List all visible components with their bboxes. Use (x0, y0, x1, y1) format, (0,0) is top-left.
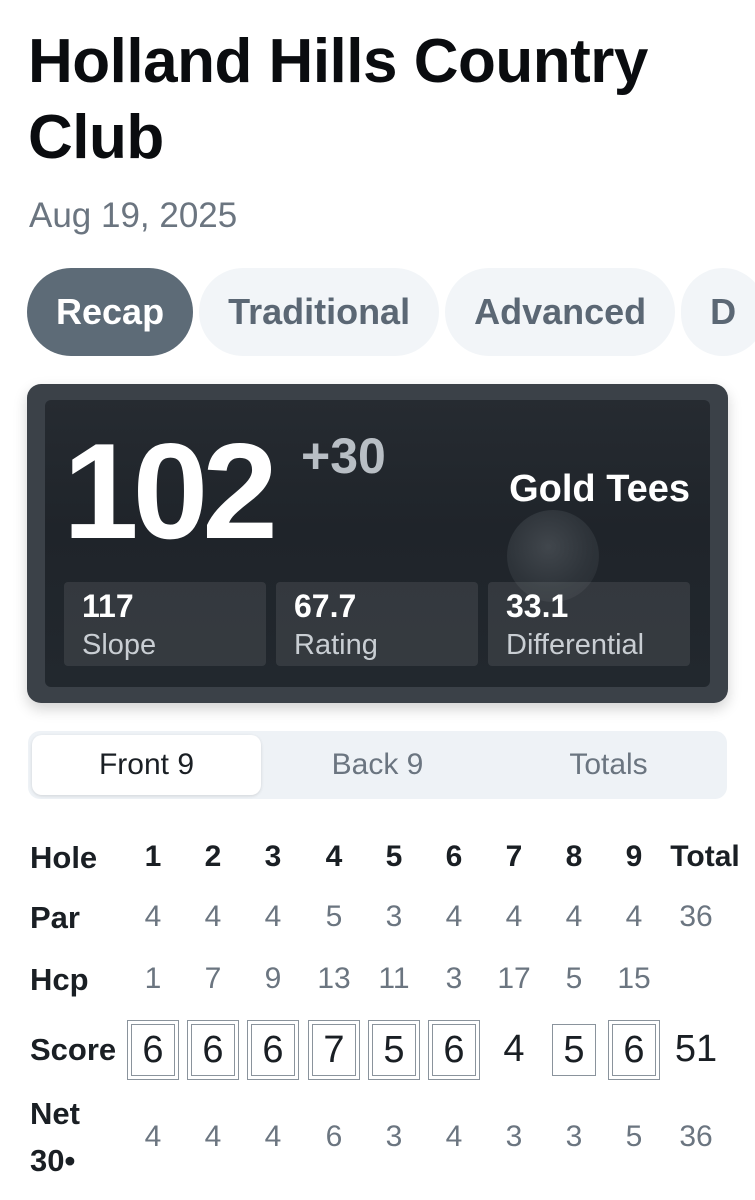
net-cell: 4 (144, 1120, 162, 1153)
par-cell: 4 (264, 900, 282, 933)
score-cell[interactable]: 6 (127, 1020, 179, 1080)
hcp-label: Hcp (30, 962, 89, 997)
net-cell: 6 (325, 1120, 343, 1153)
hole-number: 4 (325, 840, 343, 873)
segment-totals[interactable]: Totals (494, 735, 723, 795)
rating-label: Rating (294, 629, 378, 661)
slope-stat: 117 Slope (64, 582, 266, 666)
score-cell[interactable]: 5 (552, 1024, 596, 1076)
hole-number: 5 (385, 840, 403, 873)
score-total: 51 (674, 1028, 718, 1070)
hole-number: 1 (144, 840, 162, 873)
hcp-cell: 3 (445, 962, 463, 995)
net-cell: 4 (264, 1120, 282, 1153)
net-cell: 3 (505, 1120, 523, 1153)
par-cell: 4 (505, 900, 523, 933)
score-cell[interactable]: 4 (492, 1024, 536, 1076)
hole-number: 2 (204, 840, 222, 873)
hcp-cell: 7 (204, 962, 222, 995)
hcp-cell: 5 (565, 962, 583, 995)
score-cell[interactable]: 5 (368, 1020, 420, 1080)
rating-stat: 67.7 Rating (276, 582, 478, 666)
total-score: 102 (63, 415, 278, 567)
hole-number: 6 (445, 840, 463, 873)
hcp-cell: 9 (264, 962, 282, 995)
total-header: Total (670, 840, 740, 873)
net-sub-label: 30• (30, 1143, 76, 1178)
par-cell: 5 (325, 900, 343, 933)
par-cell: 4 (565, 900, 583, 933)
hcp-cell: 15 (617, 962, 651, 995)
net-cell: 4 (445, 1120, 463, 1153)
par-label: Par (30, 900, 80, 935)
rating-value: 67.7 (294, 588, 357, 624)
hcp-cell: 13 (317, 962, 351, 995)
score-cell[interactable]: 6 (247, 1020, 299, 1080)
slope-label: Slope (82, 629, 157, 661)
hole-number: 8 (565, 840, 583, 873)
page-title: Holland Hills Country Club (28, 27, 648, 172)
differential-value: 33.1 (506, 588, 569, 624)
slope-value: 117 (82, 588, 134, 624)
hcp-cell: 17 (497, 962, 531, 995)
par-cell: 3 (385, 900, 403, 933)
net-label: Net (30, 1096, 80, 1131)
tab-advanced[interactable]: Advanced (445, 268, 676, 356)
tab-recap[interactable]: Recap (27, 268, 194, 356)
net-cell: 3 (385, 1120, 403, 1153)
hole-label: Hole (30, 840, 98, 875)
view-tabs: Recap Traditional Advanced D (27, 268, 755, 356)
segment-front-9[interactable]: Front 9 (32, 735, 261, 795)
net-cell: 4 (204, 1120, 222, 1153)
score-cell[interactable]: 7 (308, 1020, 360, 1080)
net-cell: 3 (565, 1120, 583, 1153)
over-par: +30 (301, 428, 386, 484)
hcp-cell: 1 (144, 962, 162, 995)
score-cell[interactable]: 6 (187, 1020, 239, 1080)
differential-label: Differential (506, 629, 645, 661)
nine-selector: Front 9 Back 9 Totals (28, 731, 727, 799)
par-total: 36 (679, 900, 713, 933)
hole-number: 7 (505, 840, 523, 873)
score-cell[interactable]: 6 (608, 1020, 660, 1080)
par-cell: 4 (204, 900, 222, 933)
round-date: Aug 19, 2025 (29, 196, 238, 235)
hcp-cell: 11 (378, 962, 410, 995)
score-label: Score (30, 1032, 117, 1067)
differential-stat: 33.1 Differential (488, 582, 690, 666)
par-cell: 4 (445, 900, 463, 933)
tab-partial[interactable]: D (681, 268, 755, 356)
score-cell[interactable]: 6 (428, 1020, 480, 1080)
tees-label: Gold Tees (509, 468, 690, 510)
round-summary-card: 102 +30 Gold Tees 117 Slope 67.7 Rating … (27, 384, 728, 703)
hole-number: 3 (264, 840, 282, 873)
segment-back-9[interactable]: Back 9 (263, 735, 492, 795)
par-cell: 4 (144, 900, 162, 933)
card-background: 102 +30 Gold Tees 117 Slope 67.7 Rating … (45, 400, 710, 687)
tab-traditional[interactable]: Traditional (199, 268, 440, 356)
hole-number: 9 (625, 840, 643, 873)
net-total: 36 (679, 1120, 713, 1153)
